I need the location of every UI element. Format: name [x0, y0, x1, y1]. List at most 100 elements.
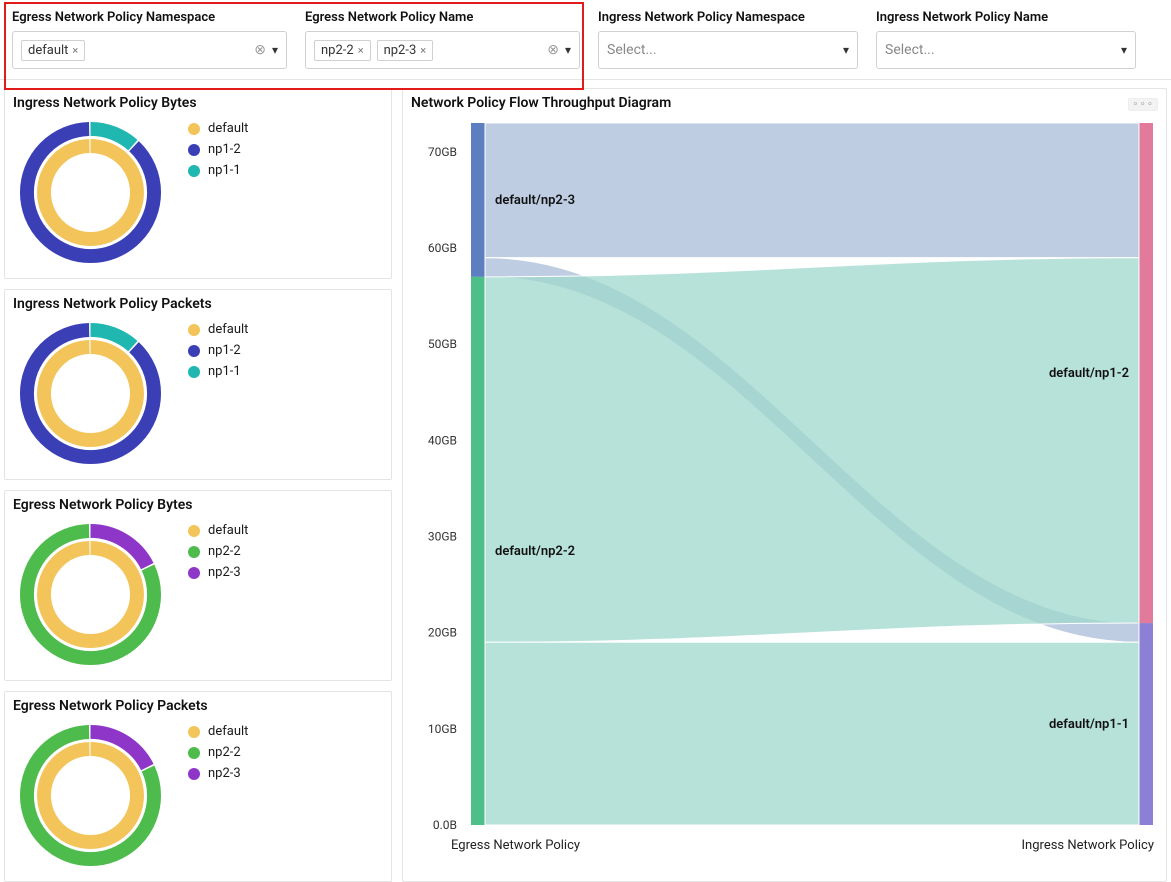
legend-swatch — [188, 324, 200, 336]
legend-swatch — [188, 165, 200, 177]
legend-swatch — [188, 345, 200, 357]
legend-item[interactable]: np1-2 — [188, 343, 248, 358]
egress-packets-donut — [13, 718, 168, 873]
egress-name-filter: Egress Network Policy Name np2-2 × np2-3… — [305, 10, 580, 69]
sankey-chart: 0.0B 10GB 20GB 30GB 40GB 50GB 60GB 70GB default/… — [411, 115, 1163, 855]
ingress-name-filter: Ingress Network Policy Name Select... ▾ — [876, 10, 1136, 69]
egress-name-chip[interactable]: np2-3 × — [377, 40, 434, 61]
egress-bytes-legend: default np2-2 np2-3 — [188, 523, 248, 580]
legend-item[interactable]: np2-2 — [188, 745, 248, 760]
ingress-ns-filter: Ingress Network Policy Namespace Select.… — [598, 10, 858, 69]
ingress-packets-donut — [13, 316, 168, 471]
legend-item[interactable]: default — [188, 322, 248, 337]
legend-swatch — [188, 747, 200, 759]
svg-text:default/np1-1: default/np1-1 — [1049, 717, 1129, 732]
legend-label: np1-1 — [208, 364, 241, 379]
egress-ns-chip[interactable]: default × — [21, 40, 85, 61]
legend-label: np2-2 — [208, 544, 241, 559]
legend-label: np2-2 — [208, 745, 241, 760]
egress-name-select[interactable]: np2-2 × np2-3 × ⊗ ▾ — [305, 31, 580, 69]
chip-label: np2-3 — [384, 43, 417, 58]
svg-text:60GB: 60GB — [428, 241, 457, 255]
legend-label: np1-2 — [208, 142, 241, 157]
ingress-bytes-donut — [13, 115, 168, 270]
legend-label: np2-3 — [208, 565, 241, 580]
ingress-bytes-legend: default np1-2 np1-1 — [188, 121, 248, 178]
legend-label: default — [208, 322, 248, 337]
ingress-packets-panel: Ingress Network Policy Packets default np… — [4, 289, 392, 480]
svg-text:70GB: 70GB — [428, 145, 457, 159]
legend-swatch — [188, 726, 200, 738]
svg-text:20GB: 20GB — [428, 626, 457, 640]
chip-remove-icon[interactable]: × — [358, 44, 364, 57]
egress-packets-panel: Egress Network Policy Packets default np2… — [4, 691, 392, 882]
legend-item[interactable]: default — [188, 724, 248, 739]
legend-label: default — [208, 121, 248, 136]
egress-ns-label: Egress Network Policy Namespace — [12, 10, 287, 25]
egress-bytes-panel: Egress Network Policy Bytes default np2-2… — [4, 490, 392, 681]
ingress-ns-label: Ingress Network Policy Namespace — [598, 10, 858, 25]
panel-title: Ingress Network Policy Bytes — [13, 95, 383, 111]
chevron-down-icon[interactable]: ▾ — [565, 43, 571, 57]
sankey-x-right-label: Ingress Network Policy — [1022, 838, 1154, 853]
legend-item[interactable]: default — [188, 523, 248, 538]
clear-icon[interactable]: ⊗ — [547, 42, 559, 58]
placeholder-text: Select... — [885, 42, 1121, 58]
egress-ns-select[interactable]: default × ⊗ ▾ — [12, 31, 287, 69]
placeholder-text: Select... — [607, 42, 843, 58]
legend-label: default — [208, 724, 248, 739]
ingress-bytes-panel: Ingress Network Policy Bytes default np1-… — [4, 88, 392, 279]
legend-swatch — [188, 525, 200, 537]
svg-text:50GB: 50GB — [428, 337, 457, 351]
chip-remove-icon[interactable]: × — [420, 44, 426, 57]
legend-item[interactable]: default — [188, 121, 248, 136]
egress-packets-legend: default np2-2 np2-3 — [188, 724, 248, 781]
legend-swatch — [188, 546, 200, 558]
chevron-down-icon[interactable]: ▾ — [272, 43, 278, 57]
legend-item[interactable]: np2-2 — [188, 544, 248, 559]
legend-label: np1-1 — [208, 163, 241, 178]
legend-swatch — [188, 144, 200, 156]
chevron-down-icon[interactable]: ▾ — [843, 43, 849, 57]
legend-swatch — [188, 123, 200, 135]
legend-item[interactable]: np1-1 — [188, 364, 248, 379]
ingress-packets-legend: default np1-2 np1-1 — [188, 322, 248, 379]
legend-label: np2-3 — [208, 766, 241, 781]
chip-label: np2-2 — [321, 43, 354, 58]
svg-text:10GB: 10GB — [428, 722, 457, 736]
legend-item[interactable]: np2-3 — [188, 565, 248, 580]
panel-title: Network Policy Flow Throughput Diagram — [411, 95, 671, 111]
panel-title: Egress Network Policy Packets — [13, 698, 383, 714]
legend-item[interactable]: np2-3 — [188, 766, 248, 781]
svg-text:40GB: 40GB — [428, 433, 457, 447]
filter-row: Egress Network Policy Namespace default … — [0, 0, 1171, 80]
sankey-panel: Network Policy Flow Throughput Diagram ∘… — [402, 88, 1167, 882]
ingress-ns-select[interactable]: Select... ▾ — [598, 31, 858, 69]
chevron-down-icon[interactable]: ▾ — [1121, 43, 1127, 57]
clear-icon[interactable]: ⊗ — [254, 42, 266, 58]
legend-swatch — [188, 366, 200, 378]
egress-ns-filter: Egress Network Policy Namespace default … — [12, 10, 287, 69]
legend-swatch — [188, 567, 200, 579]
legend-label: np1-2 — [208, 343, 241, 358]
svg-text:30GB: 30GB — [428, 530, 457, 544]
ingress-name-select[interactable]: Select... ▾ — [876, 31, 1136, 69]
chip-label: default — [28, 43, 68, 58]
svg-text:0.0B: 0.0B — [433, 818, 457, 832]
egress-name-label: Egress Network Policy Name — [305, 10, 580, 25]
sankey-x-left-label: Egress Network Policy — [451, 838, 580, 853]
legend-swatch — [188, 768, 200, 780]
chip-remove-icon[interactable]: × — [72, 44, 78, 57]
svg-text:default/np2-2: default/np2-2 — [495, 544, 575, 559]
ingress-name-label: Ingress Network Policy Name — [876, 10, 1136, 25]
legend-item[interactable]: np1-2 — [188, 142, 248, 157]
legend-item[interactable]: np1-1 — [188, 163, 248, 178]
egress-bytes-donut — [13, 517, 168, 672]
panel-title: Ingress Network Policy Packets — [13, 296, 383, 312]
egress-name-chip[interactable]: np2-2 × — [314, 40, 371, 61]
panel-title: Egress Network Policy Bytes — [13, 497, 383, 513]
panel-menu-icon[interactable]: ∘∘∘ — [1128, 98, 1158, 111]
legend-label: default — [208, 523, 248, 538]
svg-text:default/np1-2: default/np1-2 — [1049, 366, 1129, 381]
svg-text:default/np2-3: default/np2-3 — [495, 193, 575, 208]
